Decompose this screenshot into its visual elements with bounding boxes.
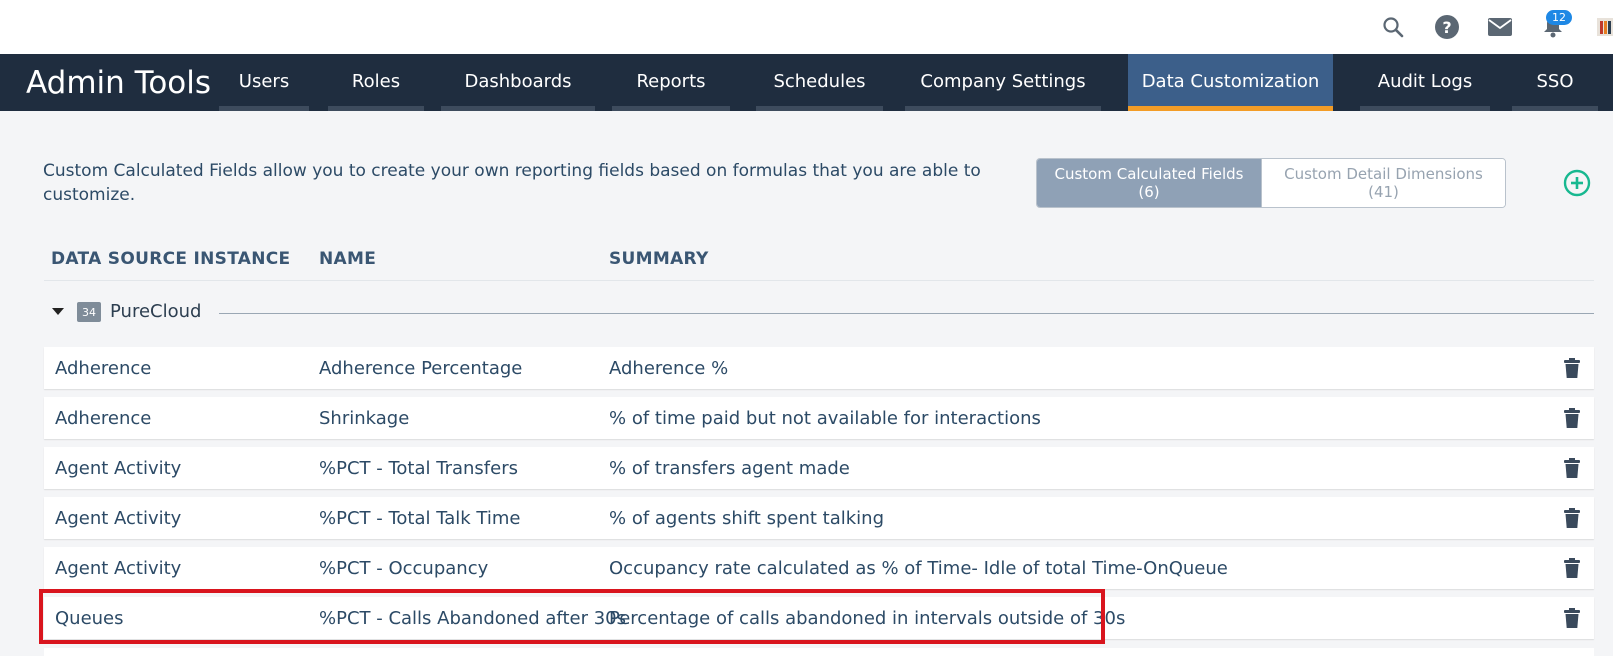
app-logo-icon[interactable] — [1597, 16, 1613, 38]
trash-icon[interactable] — [1561, 557, 1583, 579]
page-description: Custom Calculated Fields allow you to cr… — [43, 161, 981, 205]
segment-count: (41) — [1368, 183, 1399, 201]
help-icon[interactable]: ? — [1433, 13, 1461, 41]
help-glyph: ? — [1435, 15, 1459, 39]
main-nav: Admin Tools Users Roles Dashboards Repor… — [0, 54, 1613, 111]
app-title: Admin Tools — [26, 65, 212, 101]
notification-count-badge: 12 — [1546, 10, 1572, 25]
table-row[interactable]: Agent Activity %PCT - Occupancy Occupanc… — [44, 547, 1594, 589]
tab-reports[interactable]: Reports — [612, 54, 730, 111]
tab-roles[interactable]: Roles — [328, 54, 424, 111]
row-source: Agent Activity — [55, 557, 182, 579]
search-icon[interactable] — [1379, 13, 1407, 41]
row-summary: % of agents shift spent talking — [609, 507, 884, 529]
table-row[interactable]: Agent Activity %PCT - Total Transfers % … — [44, 447, 1594, 489]
row-source: Adherence — [55, 407, 152, 429]
tab-company-settings[interactable]: Company Settings — [905, 54, 1101, 111]
trash-icon[interactable] — [1561, 407, 1583, 429]
row-summary: % of time paid but not available for int… — [609, 407, 1041, 429]
add-field-button[interactable] — [1563, 169, 1591, 197]
group-count-badge: 34 — [77, 302, 101, 322]
group-divider — [219, 313, 1594, 314]
segment-count: (6) — [1138, 183, 1160, 201]
row-summary: % of transfers agent made — [609, 457, 850, 479]
row-summary: Occupancy rate calculated as % of Time- … — [609, 557, 1228, 579]
row-name: %PCT - Total Transfers — [319, 457, 518, 479]
column-header-data-source-instance[interactable]: DATA SOURCE INSTANCE — [51, 249, 290, 269]
trash-icon[interactable] — [1561, 607, 1583, 629]
group-name[interactable]: PureCloud — [110, 301, 201, 322]
tab-sso[interactable]: SSO — [1512, 54, 1598, 111]
tab-users[interactable]: Users — [219, 54, 309, 111]
row-source: Agent Activity — [55, 457, 182, 479]
row-summary: Percentage of calls abandoned in interva… — [609, 607, 1126, 629]
table-row[interactable]: Queues %PCT - Calls Abandoned after 30s … — [44, 597, 1594, 639]
row-source: Agent Activity — [55, 507, 182, 529]
row-name: Adherence Percentage — [319, 357, 523, 379]
table-row-partial — [44, 648, 1594, 656]
custom-calculated-fields-button[interactable]: Custom Calculated Fields (6) — [1037, 159, 1262, 207]
row-name: %PCT - Total Talk Time — [319, 507, 521, 529]
row-name: %PCT - Occupancy — [319, 557, 489, 579]
plus-circle-icon — [1563, 169, 1591, 197]
collapse-caret-icon[interactable] — [52, 308, 64, 315]
row-summary: Adherence % — [609, 357, 729, 379]
table-row[interactable]: Adherence Shrinkage % of time paid but n… — [44, 397, 1594, 439]
tab-dashboards[interactable]: Dashboards — [441, 54, 595, 111]
segment-label: Custom Detail Dimensions — [1284, 165, 1483, 183]
header-divider — [44, 280, 1594, 281]
row-name: %PCT - Calls Abandoned after 30s — [319, 607, 626, 629]
tab-data-customization[interactable]: Data Customization — [1128, 54, 1333, 111]
row-source: Queues — [55, 607, 124, 629]
custom-detail-dimensions-button[interactable]: Custom Detail Dimensions (41) — [1262, 159, 1505, 207]
tab-schedules[interactable]: Schedules — [756, 54, 883, 111]
column-header-summary[interactable]: SUMMARY — [609, 249, 709, 269]
trash-icon[interactable] — [1561, 357, 1583, 379]
field-type-toggle: Custom Calculated Fields (6) Custom Deta… — [1036, 158, 1506, 208]
trash-icon[interactable] — [1561, 507, 1583, 529]
row-source: Adherence — [55, 357, 152, 379]
trash-icon[interactable] — [1561, 457, 1583, 479]
column-header-name[interactable]: NAME — [319, 249, 376, 269]
table-row[interactable]: Adherence Adherence Percentage Adherence… — [44, 347, 1594, 389]
segment-label: Custom Calculated Fields — [1054, 165, 1244, 183]
table-row[interactable]: Agent Activity %PCT - Total Talk Time % … — [44, 497, 1594, 539]
tab-audit-logs[interactable]: Audit Logs — [1360, 54, 1490, 111]
row-name: Shrinkage — [319, 407, 410, 429]
top-bar: ? 12 — [0, 0, 1613, 54]
mail-icon[interactable] — [1486, 13, 1514, 41]
